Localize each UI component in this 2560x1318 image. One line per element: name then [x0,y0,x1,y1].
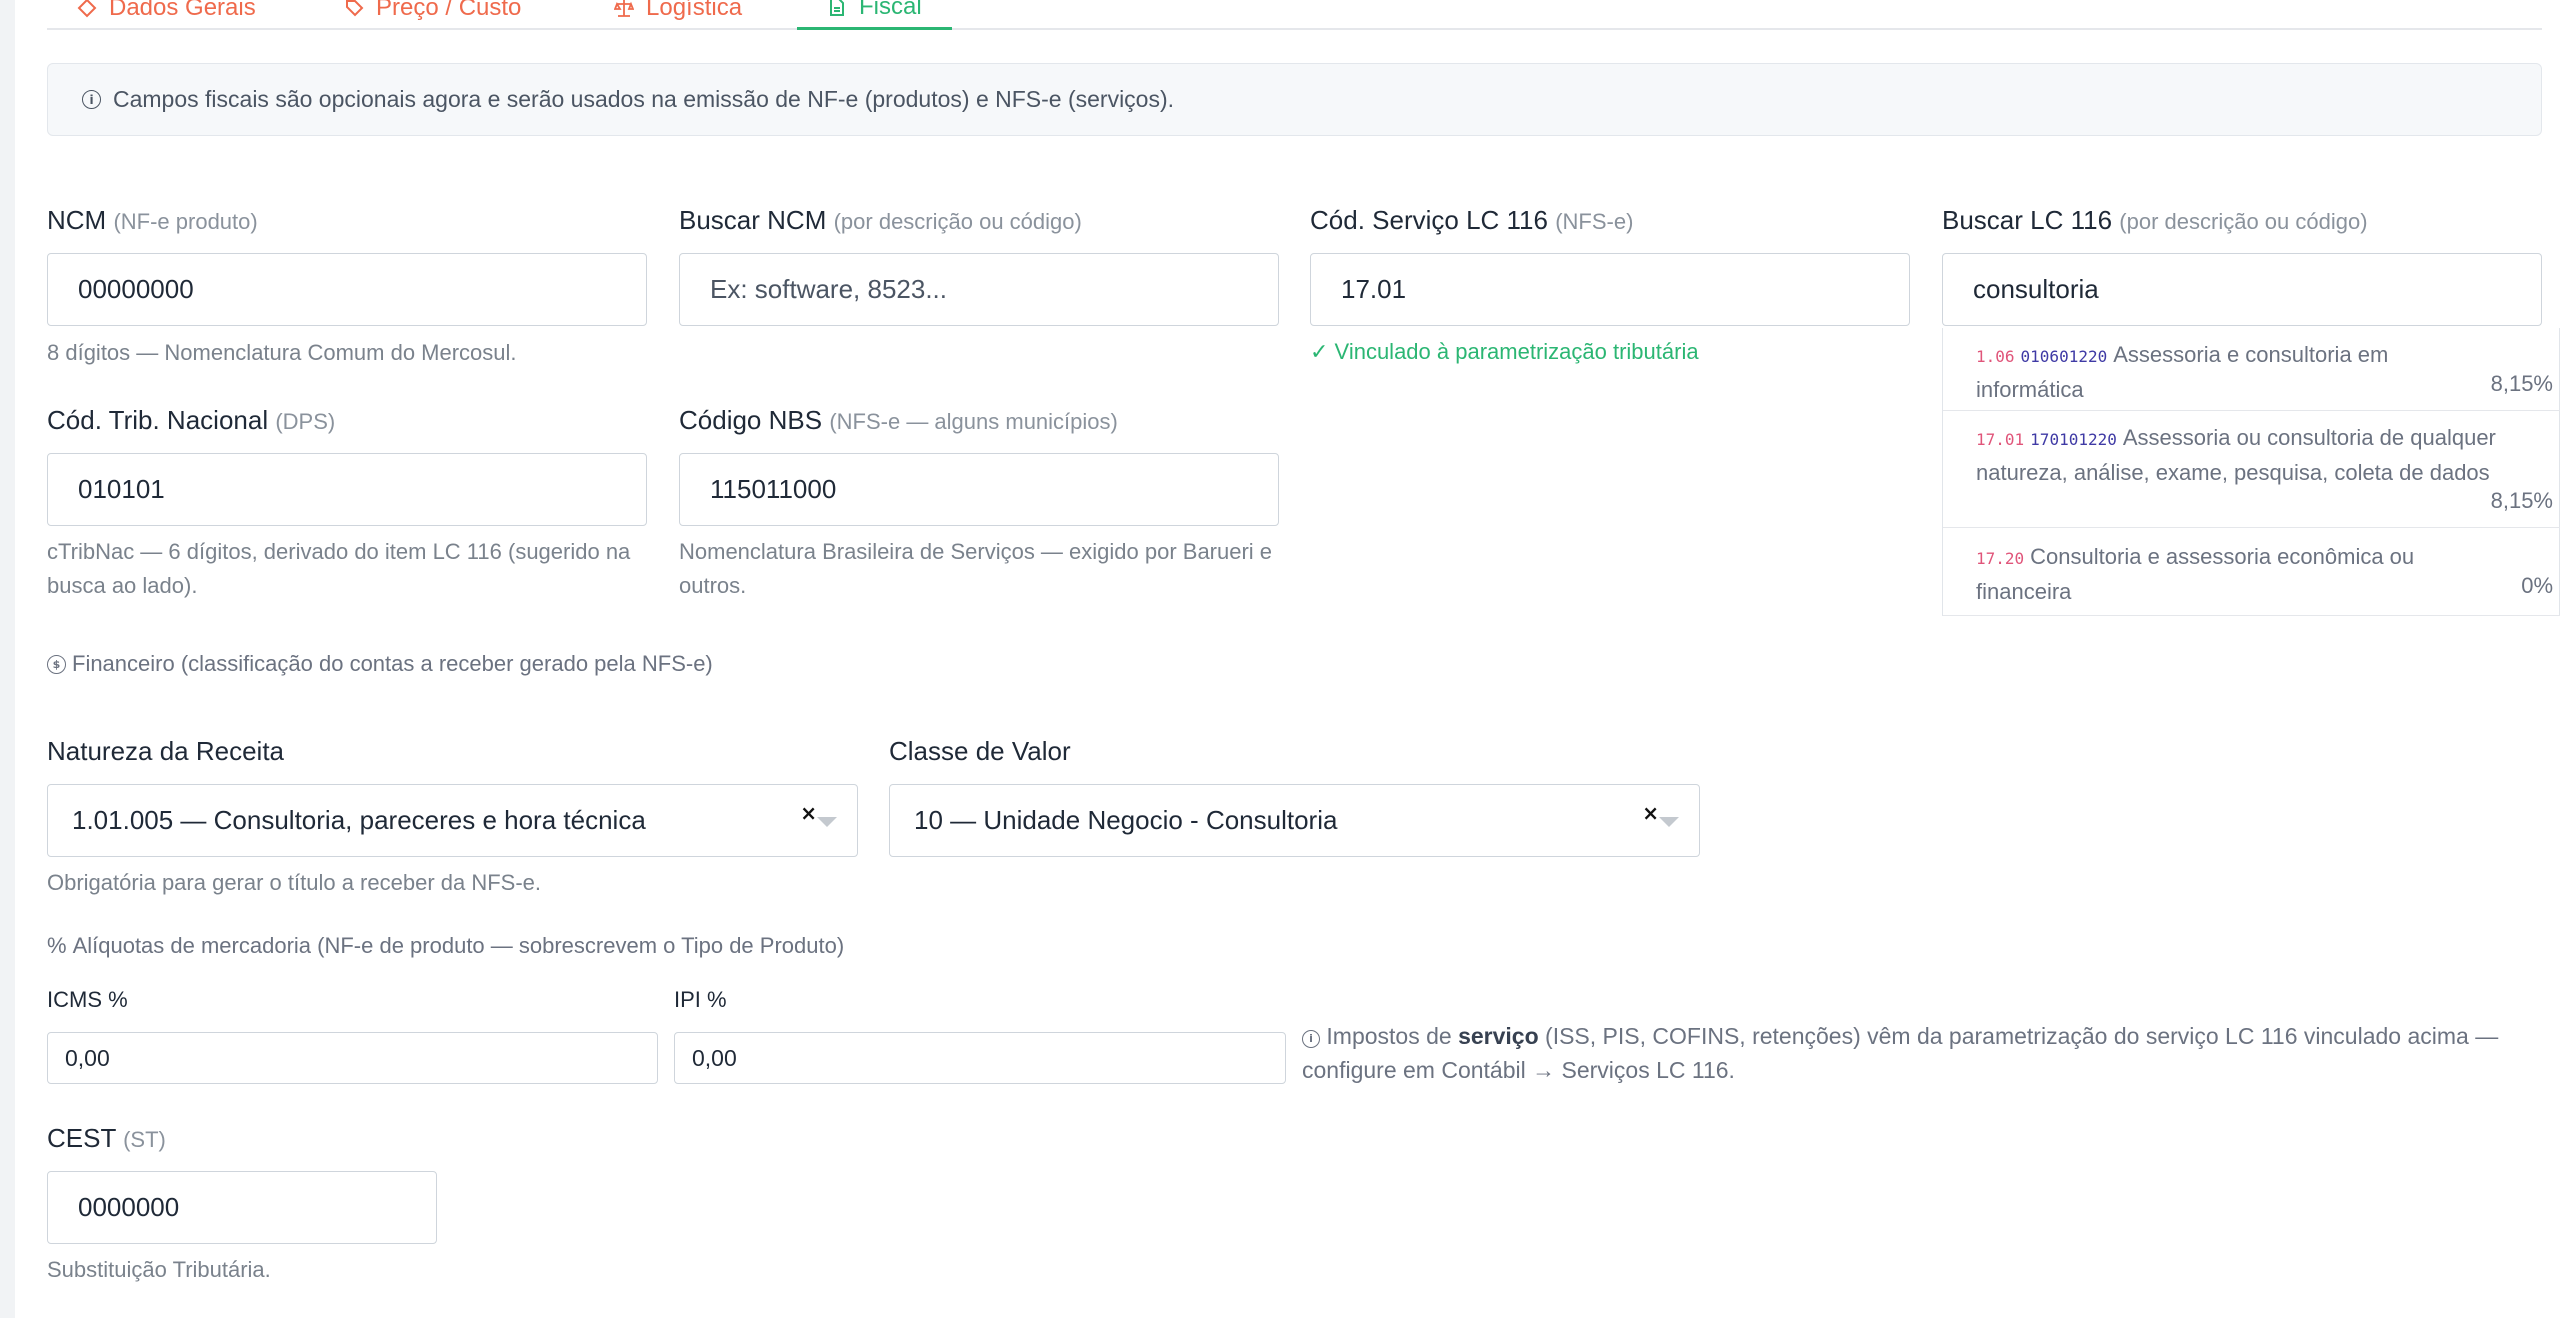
tab-label: Dados Gerais [109,0,256,21]
ncm-input[interactable] [47,253,647,326]
buscar-lc-label: Buscar LC 116 (por descrição ou código) [1942,205,2368,235]
chevron-down-icon[interactable] [1659,817,1679,827]
servico-tax-note: i Impostos de serviço (ISS, PIS, COFINS,… [1302,1023,2499,1083]
icms-input[interactable] [47,1032,658,1084]
icms-label: ICMS % [47,987,128,1012]
lc-code: 1.06 [1976,347,2015,366]
ctrib-code: 170101220 [2030,430,2117,449]
tab-bar: Dados Gerais Preço / Custo Logística Fis… [47,0,2542,30]
ipi-label: IPI % [674,987,727,1012]
tab-label: Preço / Custo [376,0,522,21]
cod-trib-hint: cTribNac — 6 dígitos, derivado do item L… [47,539,631,598]
tab-logistica[interactable]: Logística [614,0,742,30]
chevron-down-icon[interactable] [817,817,837,827]
classe-value: 10 — Unidade Negocio - Consultoria [914,805,1338,835]
cod-trib-label: Cód. Trib. Nacional (DPS) [47,405,336,435]
lc-code: 17.20 [1976,549,2025,568]
aliquotas-section-title: % Alíquotas de mercadoria (NF-e de produ… [47,933,845,958]
tab-dados-gerais[interactable]: Dados Gerais [77,0,256,30]
tab-fiscal[interactable]: Fiscal [797,0,952,30]
classe-label: Classe de Valor [889,736,1071,766]
lc116-result-item[interactable]: 1.06 010601220 Assessoria e consultoria em… [1943,328,2560,411]
cest-label: CEST (ST) [47,1123,166,1153]
clear-icon[interactable]: × [1642,801,1659,825]
info-icon: i [1302,1029,1320,1048]
money-icon: $ [47,654,66,674]
lc-code: 17.01 [1976,430,2025,449]
lc116-result-item[interactable]: 17.20 Consultoria e assessoria econômica … [1943,528,2560,616]
cod-trib-input[interactable] [47,453,647,526]
cest-input[interactable] [47,1171,437,1244]
natureza-label: Natureza da Receita [47,736,285,766]
nbs-hint: Nomenclatura Brasileira de Serviços — ex… [679,539,1273,598]
document-icon [830,0,844,16]
cest-hint: Substituição Tributária. [47,1257,271,1282]
left-gutter [0,0,15,1318]
buscar-ncm-input[interactable] [679,253,1279,326]
cod-servico-label: Cód. Serviço LC 116 (NFS-e) [1310,205,1634,235]
natureza-value: 1.01.005 — Consultoria, pareceres e hora… [72,805,646,835]
lc-rate: 0% [2521,573,2553,598]
natureza-hint: Obrigatória para gerar o título a recebe… [47,870,542,895]
info-banner: i Campos fiscais são opcionais agora e s… [47,63,2542,136]
ncm-label: NCM (NF-e produto) [47,205,258,235]
nbs-label: Código NBS (NFS-e — alguns municípios) [679,405,1118,435]
lc-desc: Consultoria e assessoria econômica ou fi… [1976,544,2415,604]
buscar-ncm-label: Buscar NCM (por descrição ou código) [679,205,1082,235]
vinculado-status: ✓ Vinculado à parametrização tributária [1310,339,1699,364]
lc116-result-item[interactable]: 17.01 170101220 Assessoria ou consultoria … [1943,411,2560,528]
classe-select[interactable]: 10 — Unidade Negocio - Consultoria × [889,784,1700,857]
diamond-icon [77,0,97,18]
ncm-hint: 8 dígitos — Nomenclatura Comum do Mercos… [47,340,517,365]
lc-rate: 8,15% [2490,371,2553,396]
lc116-results-dropdown: 1.06 010601220 Assessoria e consultoria em… [1942,328,2560,616]
tab-label: Fiscal [859,0,922,20]
lc-rate: 8,15% [2490,488,2553,513]
ctrib-code: 010601220 [2020,347,2108,366]
clear-icon[interactable]: × [800,801,817,825]
tab-preco-custo[interactable]: Preço / Custo [344,0,521,30]
scale-icon [614,0,634,17]
natureza-select[interactable]: 1.01.005 — Consultoria, pareceres e hora… [47,784,858,857]
tab-label: Logística [646,0,743,21]
financeiro-section-title: $ Financeiro (classificação do contas a … [47,651,713,677]
buscar-lc-input[interactable] [1942,253,2542,326]
tag-icon [346,0,364,17]
cod-servico-input[interactable] [1310,253,1910,326]
nbs-input[interactable] [679,453,1279,526]
info-icon: i [82,90,101,109]
info-banner-text: Campos fiscais são opcionais agora e ser… [113,86,1175,112]
ipi-input[interactable] [674,1032,1286,1084]
percent-icon: % [47,933,67,958]
